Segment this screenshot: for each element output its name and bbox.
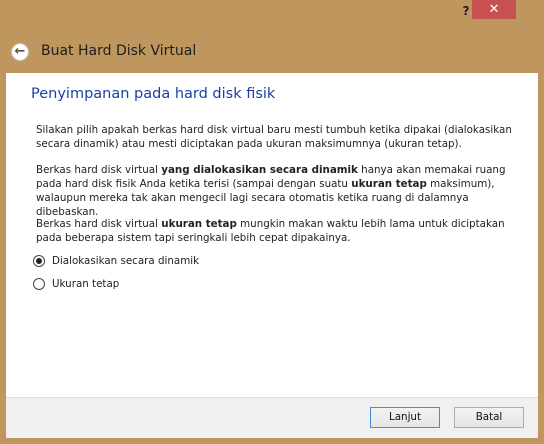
next-button[interactable]: Lanjut [370,407,440,428]
arrow-left-icon: ← [14,44,26,59]
bold-text: ukuran tetap [161,218,237,230]
dynamic-description: Berkas hard disk virtual yang dialokasik… [36,163,526,219]
radio-label: Ukuran tetap [52,278,120,290]
fixed-description: Berkas hard disk virtual ukuran tetap mu… [36,217,526,245]
radio-label: Dialokasikan secara dinamik [52,255,200,267]
radio-unchecked-icon[interactable] [33,278,45,290]
radio-checked-icon[interactable] [33,255,45,267]
back-button[interactable]: ← [11,43,29,61]
bold-text: ukuran tetap [351,178,427,190]
bold-text: yang dialokasikan secara dinamik [161,164,358,176]
text: Berkas hard disk virtual [36,218,162,230]
footer: Lanjut Batal [6,397,538,438]
text: Berkas hard disk virtual [36,164,162,176]
page-heading: Penyimpanan pada hard disk fisik [31,86,276,102]
radio-dynamic[interactable]: Dialokasikan secara dinamik [33,255,199,267]
content-panel: Penyimpanan pada hard disk fisik Silakan… [6,73,538,397]
intro-text: Silakan pilih apakah berkas hard disk vi… [36,124,512,150]
cancel-button[interactable]: Batal [454,407,524,428]
radio-fixed[interactable]: Ukuran tetap [33,278,119,290]
window-title: Buat Hard Disk Virtual [41,43,197,59]
close-button[interactable]: ✕ [472,0,516,19]
